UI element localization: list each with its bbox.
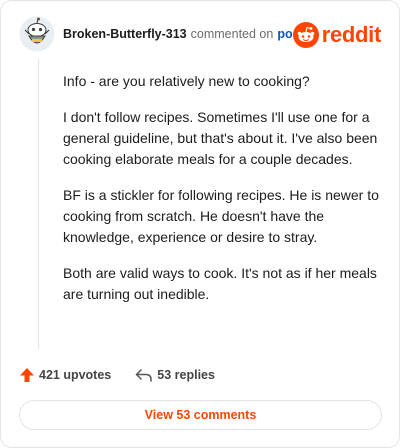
snoo-avatar-icon[interactable]	[19, 16, 55, 52]
comment-paragraph: BF is a stickler for following recipes. …	[63, 187, 379, 245]
replies-button[interactable]: 53 replies	[135, 367, 215, 383]
view-comments-button[interactable]: View 53 comments	[19, 400, 382, 430]
thread-line	[38, 59, 39, 349]
upvote-count: 421 upvotes	[39, 368, 112, 382]
comment-body: Info - are you relatively new to cooking…	[63, 71, 381, 320]
replies-count: 53 replies	[157, 368, 215, 382]
reddit-logo-icon	[292, 22, 319, 48]
view-comments-label: View 53 comments	[144, 408, 257, 422]
upvote-arrow-icon	[19, 367, 35, 383]
comment-header: Broken-Butterfly-313 commented on post	[19, 15, 304, 53]
comment-author[interactable]: Broken-Butterfly-313	[63, 27, 187, 41]
comment-action-text: commented on	[190, 27, 274, 41]
comment-paragraph: I don't follow recipes. Sometimes I'll u…	[63, 109, 378, 167]
reply-arrow-icon	[135, 367, 153, 383]
comment-actions: 421 upvotes 53 replies	[19, 367, 215, 383]
upvote-button[interactable]: 421 upvotes	[19, 367, 111, 383]
comment-paragraph: Info - are you relatively new to cooking…	[63, 73, 310, 89]
reddit-brand[interactable]: reddit	[292, 22, 382, 48]
comment-paragraph: Both are valid ways to cook. It's not as…	[63, 265, 377, 302]
reddit-wordmark: reddit	[321, 22, 382, 47]
comment-card: Broken-Butterfly-313 commented on post r…	[0, 0, 400, 448]
